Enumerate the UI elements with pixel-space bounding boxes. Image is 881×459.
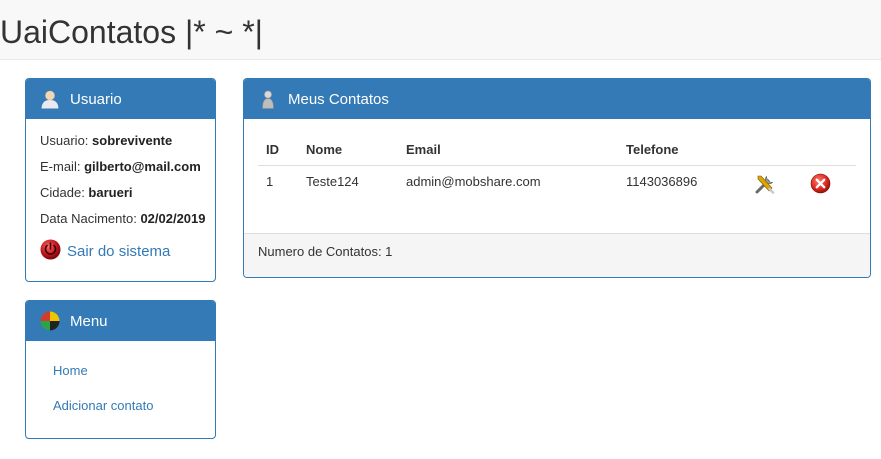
field-value: barueri bbox=[88, 185, 133, 200]
contacts-panel-heading: Meus Contatos bbox=[244, 79, 870, 119]
user-panel-heading: Usuario bbox=[26, 79, 215, 119]
column-header-delete bbox=[802, 133, 856, 166]
menu-icon bbox=[40, 311, 60, 331]
field-value: gilberto@mail.com bbox=[84, 159, 201, 174]
column-header-nome: Nome bbox=[298, 133, 398, 166]
user-field-username: Usuario: sobrevivente bbox=[40, 133, 215, 159]
user-icon bbox=[40, 89, 60, 109]
field-label: Usuario: bbox=[40, 133, 93, 148]
contacts-table: ID Nome Email Telefone 1 Teste124 admin@… bbox=[258, 133, 856, 206]
column-header-telefone: Telefone bbox=[618, 133, 746, 166]
menu-list: Home Adicionar contato bbox=[26, 341, 215, 433]
field-value: sobrevivente bbox=[92, 133, 173, 148]
menu-item-add-contact[interactable]: Adicionar contato bbox=[53, 398, 215, 433]
contacts-panel-title: Meus Contatos bbox=[288, 90, 389, 108]
navbar: UaiContatos |* ~ *| bbox=[0, 0, 881, 60]
cell-id: 1 bbox=[266, 174, 274, 189]
delete-icon[interactable] bbox=[810, 173, 831, 197]
column-header-edit bbox=[746, 133, 802, 166]
field-label: Cidade: bbox=[40, 185, 89, 200]
cell-edit bbox=[746, 166, 802, 207]
cell-nome: Teste124 bbox=[306, 174, 359, 189]
contacts-count: Numero de Contatos: 1 bbox=[258, 244, 393, 259]
column-header-id: ID bbox=[258, 133, 298, 166]
cell-email: admin@mobshare.com bbox=[406, 174, 541, 189]
column-header-email: Email bbox=[398, 133, 618, 166]
power-off-icon[interactable] bbox=[40, 239, 61, 263]
user-field-email: E-mail: gilberto@mail.com bbox=[40, 159, 215, 185]
field-label: Data Nacimento: bbox=[40, 211, 141, 226]
cell-delete bbox=[802, 166, 856, 207]
cell-telefone: 1143036896 bbox=[626, 174, 698, 189]
contacts-footer: Numero de Contatos: 1 bbox=[244, 233, 870, 277]
user-panel-title: Usuario bbox=[70, 90, 122, 108]
menu-panel-title: Menu bbox=[70, 312, 108, 330]
menu-item-home[interactable]: Home bbox=[53, 363, 215, 398]
user-info: Usuario: sobrevivente E-mail: gilberto@m… bbox=[26, 119, 215, 263]
user-panel: Usuario Usuario: sobrevivente E-mail: gi… bbox=[25, 78, 216, 282]
user-field-city: Cidade: barueri bbox=[40, 185, 215, 211]
logout-row: Sair do sistema bbox=[40, 239, 215, 263]
user-field-birthdate: Data Nacimento: 02/02/2019 bbox=[40, 211, 215, 237]
contacts-panel: Meus Contatos ID Nome Email Telefone 1 T… bbox=[243, 78, 871, 278]
logout-link[interactable]: Sair do sistema bbox=[67, 243, 170, 260]
field-value: 02/02/2019 bbox=[140, 211, 206, 226]
menu-panel: Menu Home Adicionar contato bbox=[25, 300, 216, 439]
tools-icon[interactable] bbox=[754, 173, 776, 198]
table-row: 1 Teste124 admin@mobshare.com 1143036896 bbox=[258, 166, 856, 207]
menu-panel-heading: Menu bbox=[26, 301, 215, 341]
app-title[interactable]: UaiContatos |* ~ *| bbox=[0, 13, 263, 51]
table-header-row: ID Nome Email Telefone bbox=[258, 133, 856, 166]
contacts-icon bbox=[258, 89, 278, 109]
field-label: E-mail: bbox=[40, 159, 85, 174]
contacts-table-wrap: ID Nome Email Telefone 1 Teste124 admin@… bbox=[258, 133, 856, 206]
